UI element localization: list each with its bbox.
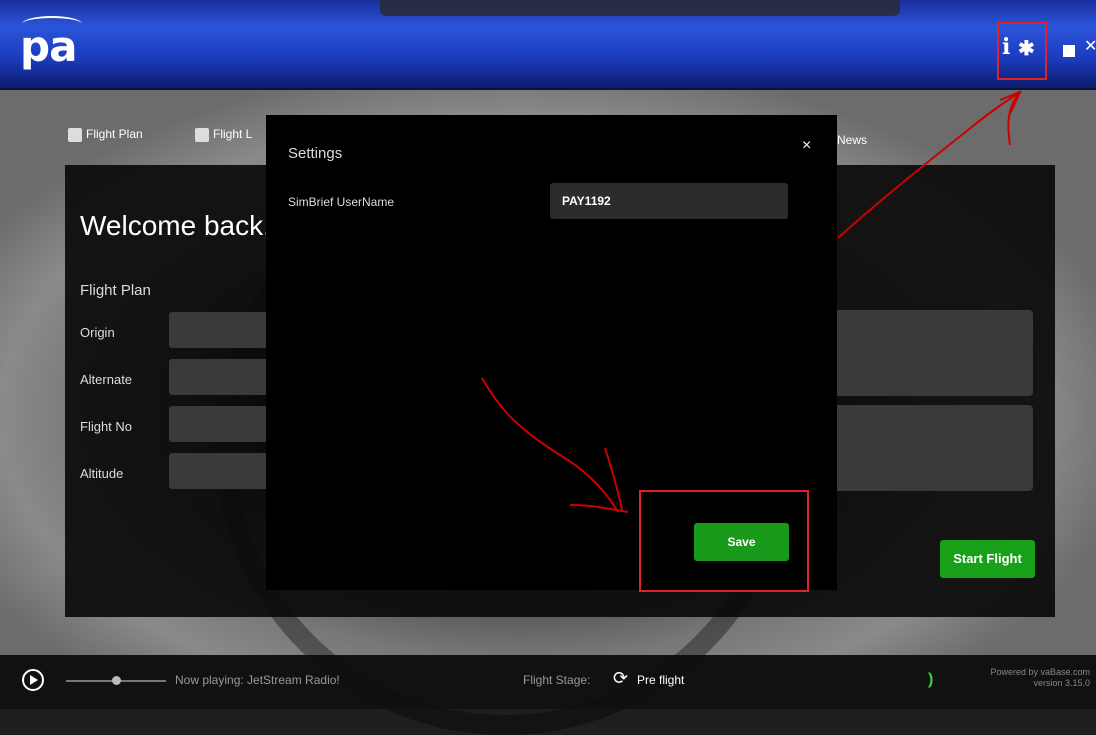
version-line: version 3.15.0 xyxy=(1033,678,1090,688)
sync-icon: ⟳ xyxy=(613,668,629,689)
app-logo: pa xyxy=(20,22,77,71)
flight-stage-value: Pre flight xyxy=(637,673,685,687)
tab-flight-plan[interactable]: Flight Plan xyxy=(68,127,143,142)
save-annotation-box xyxy=(639,490,809,592)
right-info-box-bottom xyxy=(833,405,1033,491)
modal-title: Settings xyxy=(288,145,343,162)
play-icon[interactable] xyxy=(22,669,44,691)
flight-no-input[interactable] xyxy=(169,406,279,442)
title-bar: pa i ✱ ✕ xyxy=(0,0,1096,90)
tab-news[interactable]: News xyxy=(837,133,867,147)
tab-label: Flight L xyxy=(213,127,253,141)
flight-no-label: Flight No xyxy=(80,419,133,434)
now-playing-text: Now playing: JetStream Radio! xyxy=(175,673,340,687)
origin-input[interactable] xyxy=(169,312,279,348)
modal-close-icon[interactable]: × xyxy=(802,137,811,155)
bottom-status-bar: Now playing: JetStream Radio! Flight Sta… xyxy=(0,655,1096,709)
welcome-heading: Welcome back, xyxy=(80,210,271,241)
alternate-input[interactable] xyxy=(169,359,279,395)
altitude-input[interactable] xyxy=(169,453,279,489)
simbrief-username-label: SimBrief UserName xyxy=(288,195,395,209)
tab-label: Flight Plan xyxy=(86,127,143,141)
settings-annotation-box xyxy=(997,22,1047,80)
tab-flight-log[interactable]: Flight L xyxy=(195,127,252,142)
right-info-box-top xyxy=(833,310,1033,396)
flight-stage-label: Flight Stage: xyxy=(523,673,591,687)
clipboard-icon xyxy=(195,127,209,142)
flight-plan-section-title: Flight Plan xyxy=(80,282,151,299)
altitude-label: Altitude xyxy=(80,466,124,481)
alternate-label: Alternate xyxy=(80,372,133,387)
powered-by-text: Powered by vaBase.com version 3.15.0 xyxy=(962,667,1090,689)
origin-label: Origin xyxy=(80,325,115,340)
powered-by-line: Powered by vaBase.com xyxy=(990,667,1090,677)
rss-icon: ) xyxy=(928,671,934,688)
suitcase-icon xyxy=(68,127,82,142)
close-icon[interactable]: ✕ xyxy=(1084,36,1096,56)
volume-slider-handle[interactable] xyxy=(112,676,121,685)
start-flight-button[interactable]: Start Flight xyxy=(940,540,1035,578)
minimize-icon[interactable] xyxy=(1063,45,1075,57)
simbrief-username-input[interactable] xyxy=(550,183,788,219)
